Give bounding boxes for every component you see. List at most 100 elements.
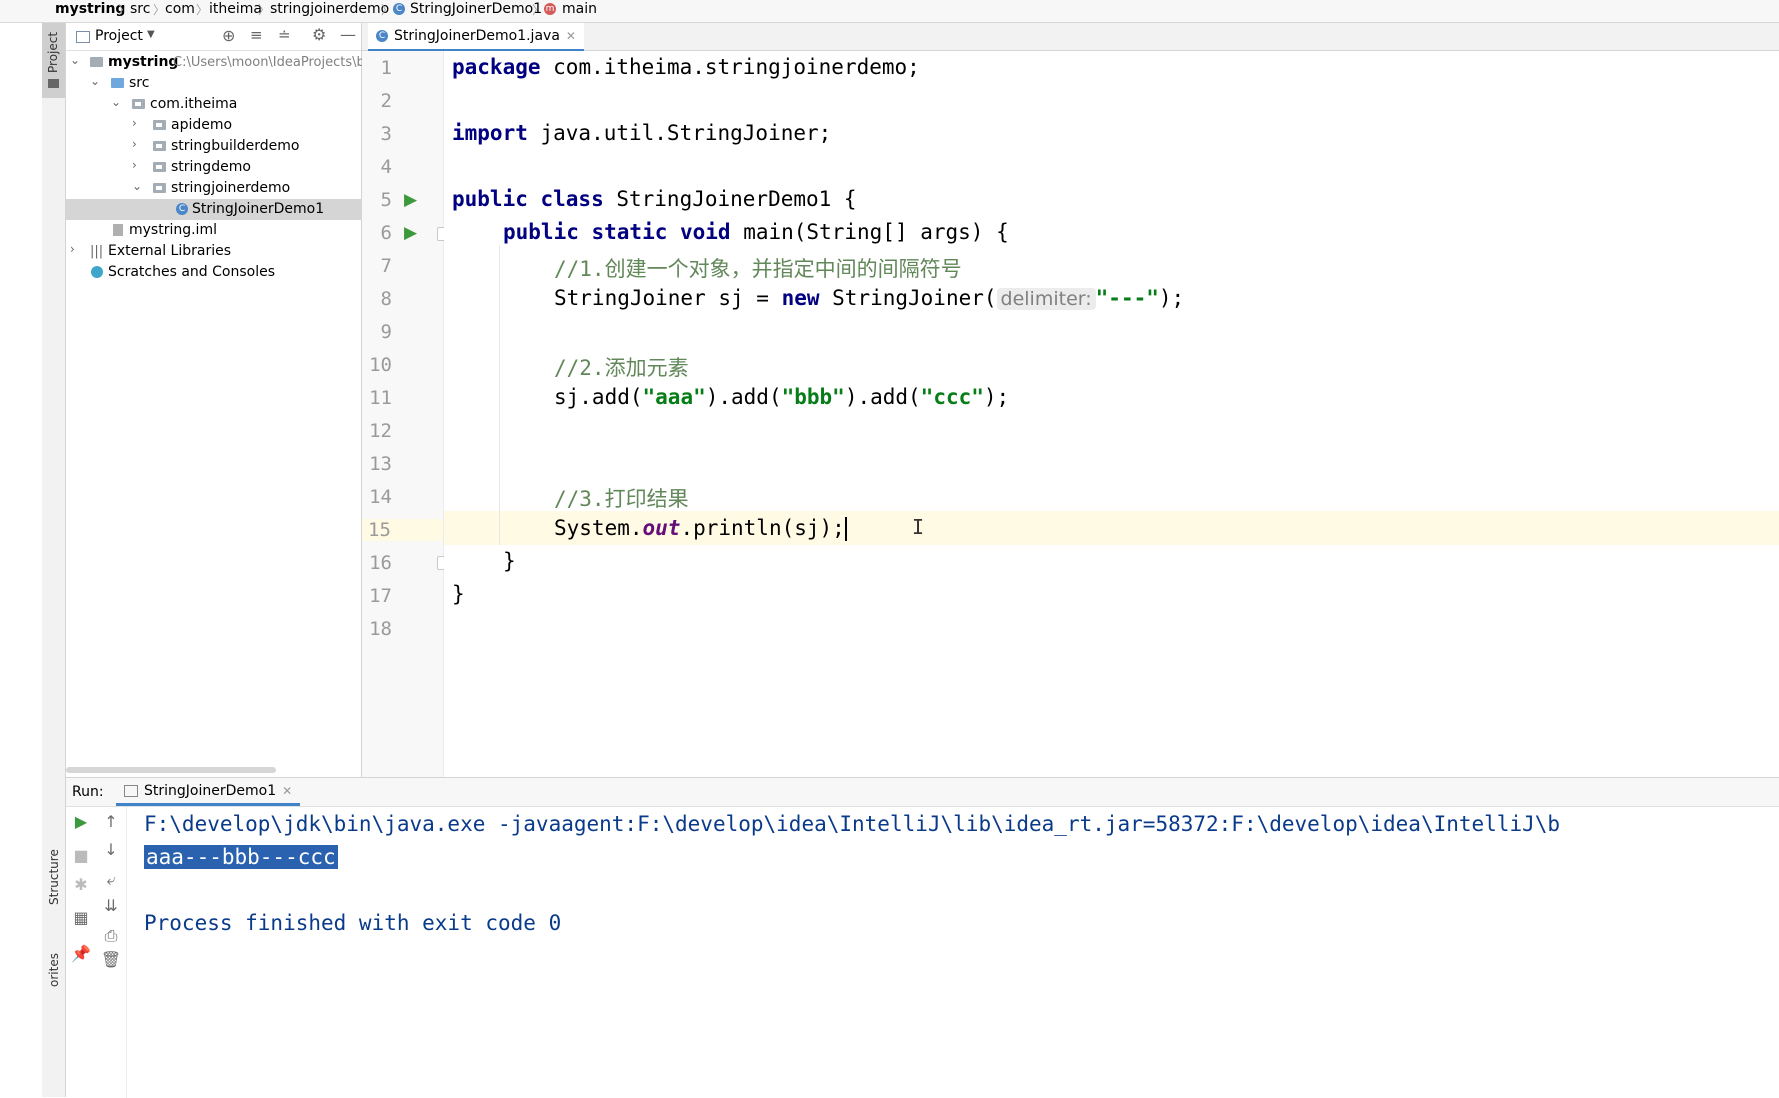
iml-file-icon [113,224,123,236]
tree-label: External Libraries [108,243,231,259]
trash-icon[interactable]: 🗑 [100,949,122,971]
line-number-current: 15 [362,519,443,541]
breadcrumb-separator: 〉 [532,3,545,17]
locate-icon[interactable]: ⊕ [222,26,235,45]
rerun-icon[interactable]: ▶ [70,811,92,833]
code-text: .println(sj); [680,516,845,540]
breadcrumb-method[interactable]: main [562,1,597,17]
project-view-dropdown[interactable]: Project [95,28,143,44]
tree-label: mystring [108,54,179,70]
run-panel: Run: StringJoinerDemo1 ✕ ▶ ↑ ■ ↓ ✱ ⤶ ▦ ⇊… [66,777,1779,1098]
tree-label: src [129,75,150,91]
favorites-tool-tab[interactable]: orites [42,933,65,1003]
code-editor[interactable]: package com.itheima.stringjoinerdemo; im… [444,51,1779,777]
code-text: StringJoiner sj = [554,286,782,310]
tree-item-stringjoinerdemo1[interactable]: C StringJoinerDemo1 [66,199,361,220]
editor-tab-stringjoinerdemo1[interactable]: C StringJoinerDemo1.java ✕ [368,23,584,52]
editor-gutter: 1 2 3 4 5 6 7 8 9 10 11 12 13 14 15 16 1… [362,51,449,777]
keyword: import [452,121,528,145]
tree-item-stringbuilderdemo[interactable]: › stringbuilderdemo [66,136,361,157]
chevron-down-icon[interactable]: ⌄ [90,74,100,88]
arrow-up-icon[interactable]: ↑ [100,811,122,833]
code-text: main(String[] args) { [730,220,1009,244]
run-method-icon[interactable]: ▶ [404,223,417,243]
line-number: 16 [369,552,392,574]
package-icon [153,141,166,151]
string-literal: "---" [1095,286,1159,310]
chevron-right-icon[interactable]: › [132,137,137,151]
code-line-7-comment: //1.创建一个对象，并指定中间的间隔符号 [554,257,962,281]
tree-item-iml[interactable]: mystring.iml [66,220,361,241]
scratches-icon [91,266,103,278]
code-text: ); [1158,286,1185,310]
debug-icon[interactable]: ✱ [70,874,92,896]
tree-item-stringjoinerdemo[interactable]: ⌄ stringjoinerdemo [66,178,361,199]
chevron-down-icon[interactable]: ⌄ [111,95,121,109]
hide-icon[interactable]: — [340,25,356,44]
breadcrumb-project[interactable]: mystring [55,1,125,17]
string-literal: "bbb" [781,385,845,409]
chevron-right-icon[interactable]: › [132,158,137,172]
tree-label: mystring.iml [129,222,217,238]
close-icon[interactable]: ✕ [566,29,576,43]
code-line-1: package com.itheima.stringjoinerdemo; [452,55,920,79]
tree-label: apidemo [171,117,233,133]
code-text: sj.add( [554,385,643,409]
breadcrumb-separator: 〉 [196,3,209,17]
method-icon: m [544,3,556,15]
tree-label: stringdemo [171,159,251,175]
soft-wrap-icon[interactable]: ⤶ [100,869,122,891]
line-number: 8 [380,288,392,310]
chevron-right-icon[interactable]: › [70,242,75,256]
breadcrumb-src[interactable]: src [130,1,150,17]
project-tool-tab[interactable]: Project [42,23,65,98]
console-icon [124,784,138,797]
gear-icon[interactable]: ⚙ [312,25,326,44]
pin-icon[interactable]: 📌 [70,943,92,965]
run-config-tab-label: StringJoinerDemo1 [144,782,277,799]
breadcrumb-itheima[interactable]: itheima [209,1,262,17]
tree-item-scratches[interactable]: Scratches and Consoles [66,262,361,283]
code-line-8: StringJoiner sj = new StringJoiner(delim… [554,286,1184,310]
tree-item-mystring[interactable]: ⌄ mystring C:\Users\moon\IdeaProjects\b [66,52,365,73]
folder-icon [48,79,59,88]
class-icon: C [176,203,188,215]
string-literal: "ccc" [920,385,984,409]
stop-icon[interactable]: ■ [70,845,92,867]
tree-item-stringdemo[interactable]: › stringdemo [66,157,361,178]
expand-all-icon[interactable]: ≡ [250,26,263,44]
tree-item-apidemo[interactable]: › apidemo [66,115,361,136]
chevron-down-icon[interactable]: ▼ [147,29,155,40]
scroll-to-end-icon[interactable]: ⇊ [100,895,122,917]
close-icon[interactable]: ✕ [282,784,292,798]
line-number: 12 [369,420,392,442]
horizontal-scrollbar[interactable] [66,767,276,773]
breadcrumb-stringjoinerdemo[interactable]: stringjoinerdemo [270,1,389,17]
chevron-down-icon[interactable]: ⌄ [70,53,80,67]
tree-item-com-itheima[interactable]: ⌄ com.itheima [66,94,361,115]
breadcrumb-separator: 〉 [153,3,166,17]
run-class-icon[interactable]: ▶ [404,190,417,210]
arrow-down-icon[interactable]: ↓ [100,839,122,861]
collapse-all-icon[interactable]: ≐ [278,26,291,44]
indent-guide [499,245,500,545]
breadcrumb-class[interactable]: StringJoinerDemo1 [410,1,542,17]
line-number: 17 [369,585,392,607]
line-number: 5 [380,189,392,211]
layout-icon[interactable]: ▦ [70,907,92,929]
structure-tool-tab[interactable]: Structure [42,843,65,923]
run-config-tab[interactable]: StringJoinerDemo1 ✕ [116,778,301,806]
breadcrumb-separator: 〉 [258,3,271,17]
chevron-right-icon[interactable]: › [132,116,137,130]
print-icon[interactable]: ⎙ [100,925,122,947]
line-number: 18 [369,618,392,640]
breadcrumb-com[interactable]: com [165,1,195,17]
code-line-10-comment: //2.添加元素 [554,356,689,380]
line-number: 9 [380,321,392,343]
chevron-down-icon[interactable]: ⌄ [132,179,142,193]
line-number: 3 [380,123,392,145]
code-line-5: public class StringJoinerDemo1 { [452,187,857,211]
code-line-3: import java.util.StringJoiner; [452,121,831,145]
tree-item-external-libraries[interactable]: › ||| External Libraries [66,241,361,262]
tree-item-src[interactable]: ⌄ src [66,73,361,94]
